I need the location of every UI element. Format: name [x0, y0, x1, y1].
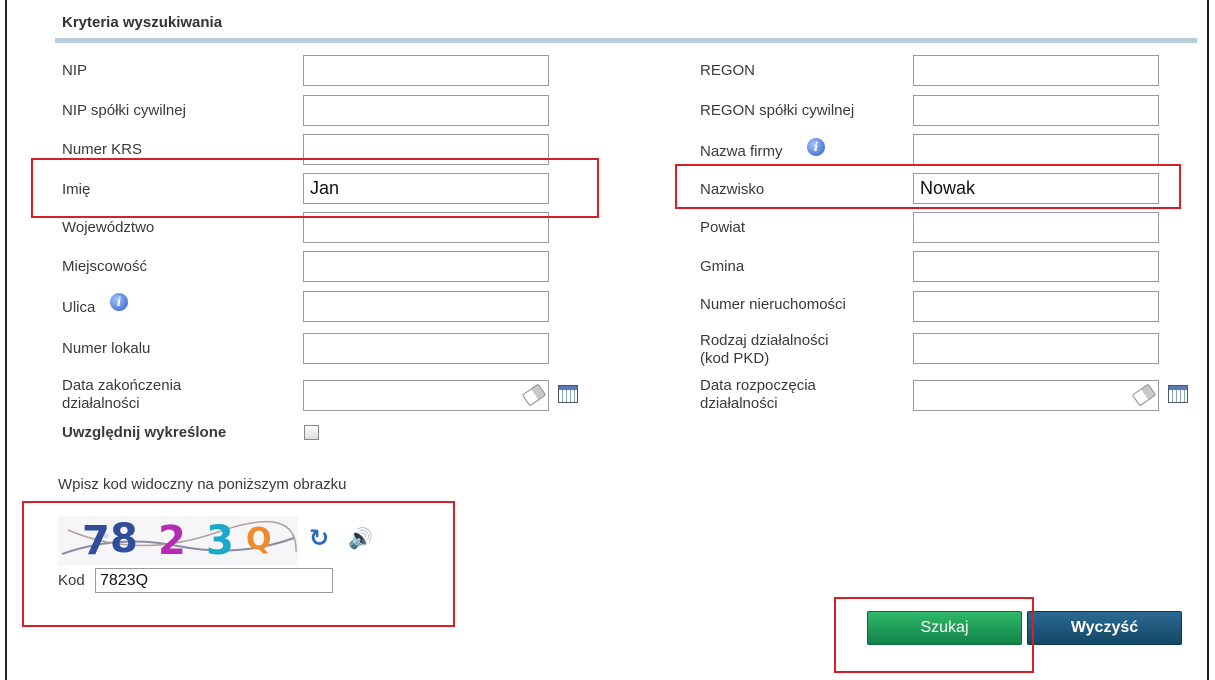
frame-left-border [5, 0, 7, 680]
label-data-zakonczenia-line2: działalności [62, 395, 140, 412]
label-numer-lokalu: Numer lokalu [62, 340, 151, 357]
uwzglednij-wykreslone-checkbox[interactable] [304, 425, 319, 440]
powiat-input[interactable] [913, 212, 1159, 243]
section-divider [55, 38, 1197, 43]
label-gmina: Gmina [700, 258, 745, 275]
numer-nieruchomosci-input[interactable] [913, 291, 1159, 322]
highlight-box-nazwisko [675, 164, 1181, 209]
data-zakonczenia-input[interactable] [303, 380, 549, 411]
label-ulica: Ulica [62, 299, 96, 316]
gmina-input[interactable] [913, 251, 1159, 282]
label-regon: REGON [700, 62, 756, 79]
label-miejscowosc: Miejscowość [62, 258, 148, 275]
regon-spolki-input[interactable] [913, 95, 1159, 126]
label-nip-spolki: NIP spółki cywilnej [62, 102, 186, 119]
calendar-icon[interactable] [558, 385, 578, 403]
nazwa-firmy-input[interactable] [913, 134, 1159, 165]
nip-spolki-input[interactable] [303, 95, 549, 126]
nip-input[interactable] [303, 55, 549, 86]
label-nazwa-firmy: Nazwa firmy [700, 143, 783, 160]
label-uwzglednij-wykreslone: Uwzględnij wykreślone [62, 424, 227, 441]
highlight-box-search [834, 597, 1034, 673]
label-numer-krs: Numer KRS [62, 141, 143, 158]
captcha-instruction: Wpisz kod widoczny na poniższym obrazku [58, 476, 347, 493]
regon-input[interactable] [913, 55, 1159, 86]
clear-button[interactable]: Wyczyść [1027, 611, 1182, 645]
label-data-rozpoczecia-line2: działalności [700, 395, 778, 412]
label-data-rozpoczecia: Data rozpoczęcia działalności [700, 377, 816, 413]
label-nip: NIP [62, 62, 88, 79]
rodzaj-dzialalnosci-input[interactable] [913, 333, 1159, 364]
highlight-box-captcha [22, 501, 455, 627]
data-rozpoczecia-input[interactable] [913, 380, 1159, 411]
label-numer-nieruchomosci: Numer nieruchomości [700, 296, 846, 313]
label-data-rozpoczecia-line1: Data rozpoczęcia [700, 377, 816, 394]
calendar-icon[interactable] [1168, 385, 1188, 403]
label-regon-spolki: REGON spółki cywilnej [700, 102, 855, 119]
section-title: Kryteria wyszukiwania [62, 14, 223, 31]
label-powiat: Powiat [700, 219, 746, 236]
numer-lokalu-input[interactable] [303, 333, 549, 364]
ulica-info-icon[interactable]: i [110, 293, 128, 311]
miejscowosc-input[interactable] [303, 251, 549, 282]
frame-right-border [1207, 0, 1209, 680]
label-data-zakonczenia: Data zakończenia działalności [62, 377, 181, 413]
label-wojewodztwo: Województwo [62, 219, 155, 236]
label-data-zakonczenia-line1: Data zakończenia [62, 377, 182, 394]
highlight-box-imie [31, 158, 599, 218]
label-rodzaj-dzialalnosci: Rodzaj działalności (kod PKD) [700, 332, 828, 368]
label-rodzaj-dzialalnosci-line2: (kod PKD) [700, 350, 770, 367]
ulica-input[interactable] [303, 291, 549, 322]
label-rodzaj-dzialalnosci-line1: Rodzaj działalności [700, 332, 829, 349]
nazwa-firmy-info-icon[interactable]: i [807, 138, 825, 156]
